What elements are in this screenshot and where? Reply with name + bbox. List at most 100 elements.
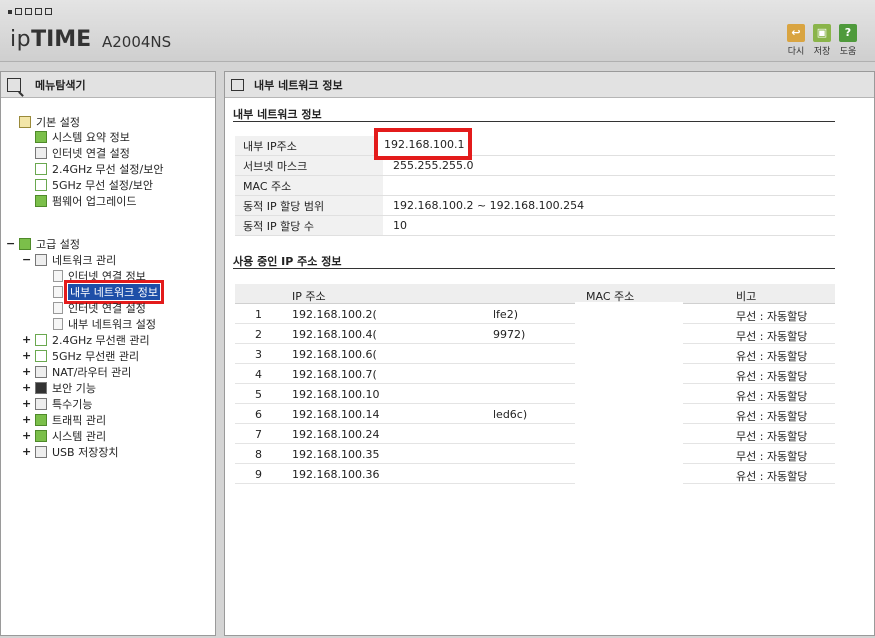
info-row-dhcp-count: 동적 IP 할당 수 10 [235,216,835,236]
top-header: ipTIME A2004NS ↩ 다시 ▣ 저장 ? 도움 [0,0,875,62]
special-icon [35,398,47,410]
tree-special[interactable]: 특수기능 [35,396,92,412]
col-ip: IP 주소 [292,290,326,303]
tree-wifi5-manage[interactable]: 5GHz 무선랜 관리 [35,348,139,364]
save-button[interactable]: ▣ 저장 [809,24,835,57]
save-icon: ▣ [813,24,831,42]
brand-logo: ipTIME [10,27,92,52]
section-lan-info-title: 내부 네트워크 정보 [233,108,322,121]
cell-num: 8 [255,448,262,461]
cell-note: 유선 : 자동할당 [736,350,808,363]
cell-note: 유선 : 자동할당 [736,370,808,383]
table-row: 2 192.168.100.4(9972) 무선 : 자동할당 [235,324,835,344]
help-button[interactable]: ? 도움 [835,24,861,57]
page-icon [53,286,63,298]
cell-ip: 192.168.100.7( [292,368,377,381]
tree-nat-router[interactable]: NAT/라우터 관리 [35,364,131,380]
cell-ip: 192.168.100.2( [292,308,377,321]
wifi-icon [35,179,47,191]
cell-num: 3 [255,348,262,361]
cell-ip: 192.168.100.4( [292,328,377,341]
cell-ip: 192.168.100.6( [292,348,377,361]
divider [233,121,835,122]
divider [233,268,835,269]
tree-lan-info[interactable]: 내부 네트워크 정보 [53,280,164,304]
expand-icon[interactable]: + [22,365,31,378]
cell-num: 1 [255,308,262,321]
cell-num: 5 [255,388,262,401]
tree-security[interactable]: 보안 기능 [35,380,96,396]
content-header: 내부 네트워크 정보 [225,72,874,98]
cell-note: 무선 : 자동할당 [736,330,808,343]
cell-ip: 192.168.100.35 [292,448,380,461]
usb-icon [35,446,47,458]
model-name: A2004NS [102,33,172,51]
section-ip-usage-title: 사용 중인 IP 주소 정보 [233,255,342,268]
cell-ip: 192.168.100.24 [292,428,380,441]
expand-icon[interactable]: + [22,445,31,458]
table-row: 7 192.168.100.24 무선 : 자동할당 [235,424,835,444]
tree-system-manage[interactable]: 시스템 관리 [35,428,106,444]
tree-internet-info[interactable]: 인터넷 연결 정보 [53,268,146,284]
wifi-icon [35,163,47,175]
cell-num: 4 [255,368,262,381]
lan-ip-value: 192.168.100.1 [374,128,472,160]
table-row: 6 192.168.100.14 led6c) 유선 : 자동할당 [235,404,835,424]
refresh-icon: ↩ [787,24,805,42]
table-row: 1 192.168.100.2( lfe2) 무선 : 자동할당 [235,304,835,324]
content-panel: 내부 네트워크 정보 내부 네트워크 정보 내부 IP주소 서브넷 마스크 255… [224,71,875,636]
collapse-icon[interactable]: − [22,253,31,266]
tree-usb-storage[interactable]: USB 저장장치 [35,444,119,460]
tree-wifi5-setup[interactable]: 5GHz 무선 설정/보안 [35,177,153,193]
info-row-mac: MAC 주소 [235,176,835,196]
ip-table-header: IP 주소 MAC 주소 비고 [235,284,835,304]
expand-icon[interactable]: + [22,397,31,410]
page-icon [53,318,63,330]
menu-explorer-panel: 메뉴탐색기 기본 설정 시스템 요약 정보 인터넷 연결 설정 2.4GHz 무… [0,71,216,636]
tree-traffic[interactable]: 트래픽 관리 [35,412,106,428]
tree-network-manage[interactable]: 네트워크 관리 [35,252,116,268]
window-icon [231,78,244,91]
expand-icon[interactable]: + [22,413,31,426]
table-row: 3 192.168.100.6( 유선 : 자동할당 [235,344,835,364]
collapse-icon[interactable]: − [6,237,15,250]
info-row-ip: 내부 IP주소 [235,136,835,156]
upgrade-icon [35,195,47,207]
expand-icon[interactable]: + [22,381,31,394]
wifi-icon [35,334,47,346]
folder-plus-icon [19,238,31,250]
tree-internet-setup-adv[interactable]: 인터넷 연결 설정 [53,300,146,316]
info-row-dhcp-range: 동적 IP 할당 범위 192.168.100.2 ~ 192.168.100.2… [235,196,835,216]
tree-system-summary[interactable]: 시스템 요약 정보 [35,129,130,145]
table-row: 4 192.168.100.7( 유선 : 자동할당 [235,364,835,384]
redaction-block [575,302,683,486]
table-row: 8 192.168.100.35 무선 : 자동할당 [235,444,835,464]
page-icon [53,302,63,314]
tree-internet-setup[interactable]: 인터넷 연결 설정 [35,145,130,161]
page-icon [53,270,63,282]
cell-tail: lfe2) [493,308,518,321]
tree-firmware-upgrade[interactable]: 펌웨어 업그레이드 [35,193,136,209]
tree-lan-setup[interactable]: 내부 네트워크 설정 [53,316,156,332]
tree-advanced-settings[interactable]: 고급 설정 [19,236,80,252]
cell-ip: 192.168.100.36 [292,468,380,481]
cell-tail: 9972) [493,328,526,341]
wifi-icon [35,350,47,362]
cell-note: 유선 : 자동할당 [736,410,808,423]
cell-note: 무선 : 자동할당 [736,310,808,323]
chart-icon [35,430,47,442]
tree-basic-settings[interactable]: 기본 설정 [19,114,80,130]
brand-dots-icon [8,8,52,15]
expand-icon[interactable]: + [22,349,31,362]
folder-icon [19,116,31,128]
search-icon [7,77,21,92]
tree-wifi24-manage[interactable]: 2.4GHz 무선랜 관리 [35,332,150,348]
expand-icon[interactable]: + [22,333,31,346]
network-icon [35,254,47,266]
tree-wifi24-setup[interactable]: 2.4GHz 무선 설정/보안 [35,161,163,177]
cell-note: 유선 : 자동할당 [736,470,808,483]
refresh-button[interactable]: ↩ 다시 [783,24,809,57]
cell-ip: 192.168.100.14 [292,408,380,421]
table-row: 9 192.168.100.36 유선 : 자동할당 [235,464,835,484]
expand-icon[interactable]: + [22,429,31,442]
